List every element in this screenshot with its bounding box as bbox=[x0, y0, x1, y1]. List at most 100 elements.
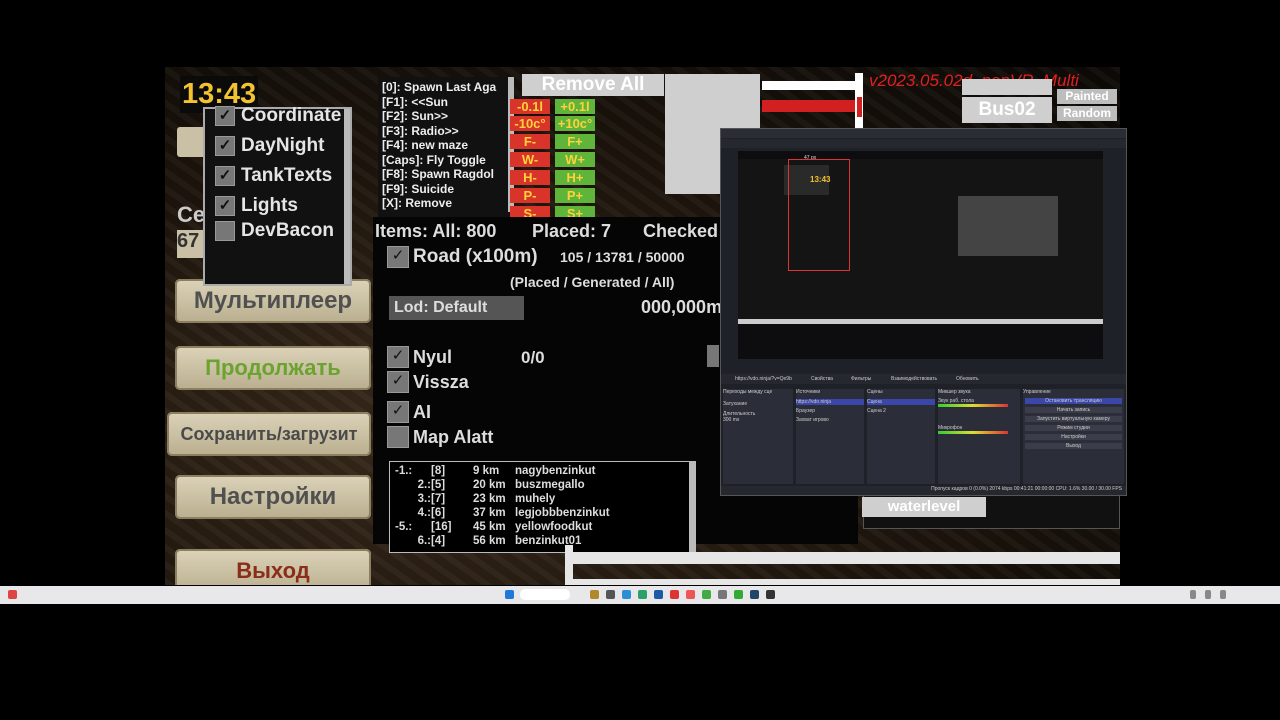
dropdown-item-daynight[interactable]: ✓ DayNight bbox=[215, 135, 324, 157]
checkbox[interactable]: ✓ bbox=[215, 196, 235, 216]
list-item[interactable]: -5.: [16] 45 km yellowfoodkut bbox=[395, 521, 592, 533]
exit-button[interactable]: Выход bbox=[1025, 443, 1122, 449]
adjust-minus-button[interactable]: W- bbox=[510, 152, 550, 167]
studio-mode-button[interactable]: Режим студии bbox=[1025, 425, 1122, 431]
bottom-slider-2[interactable] bbox=[570, 579, 1120, 585]
dropdown-scrollbar[interactable] bbox=[344, 109, 350, 284]
slider-fill-red[interactable] bbox=[762, 100, 862, 112]
continue-button[interactable]: Продолжать bbox=[175, 346, 371, 390]
dropdown-item-coordinate[interactable]: ✓ Coordinate bbox=[215, 105, 341, 127]
source-item[interactable]: Захват игрово bbox=[796, 417, 864, 423]
app-icon[interactable] bbox=[750, 590, 759, 599]
start-recording-button[interactable]: Начать запись bbox=[1025, 407, 1122, 413]
side-handle[interactable] bbox=[707, 345, 719, 367]
painted-button[interactable]: Painted bbox=[1057, 89, 1117, 104]
scene-item[interactable]: Сцена 2 bbox=[867, 408, 935, 414]
adjust-plus-button[interactable]: P+ bbox=[555, 188, 595, 203]
adjust-plus-button[interactable]: +10c° bbox=[555, 116, 595, 131]
save-load-button[interactable]: Сохранить/загрузит bbox=[167, 412, 371, 456]
app-icon[interactable] bbox=[718, 590, 727, 599]
checkbox[interactable]: ✓ bbox=[215, 166, 235, 186]
adjust-plus-button[interactable]: F+ bbox=[555, 134, 595, 149]
checkbox[interactable] bbox=[387, 426, 409, 448]
road-option[interactable]: ✓ Road (x100m) bbox=[387, 246, 538, 268]
app-icon[interactable] bbox=[590, 590, 599, 599]
option-vissza[interactable]: ✓ Vissza bbox=[387, 371, 469, 393]
exit-button[interactable]: Выход bbox=[175, 549, 371, 585]
list-item[interactable]: -1.: [8] 9 km nagybenzinkut bbox=[395, 465, 596, 477]
dropdown-item-tanktexts[interactable]: ✓ TankTexts bbox=[215, 165, 332, 187]
slider-track[interactable] bbox=[762, 81, 862, 90]
obs-preview[interactable]: 13:43 47 px bbox=[738, 151, 1103, 359]
checkbox[interactable]: ✓ bbox=[387, 371, 409, 393]
dropdown-item-lights[interactable]: ✓ Lights bbox=[215, 195, 298, 217]
checkbox[interactable]: ✓ bbox=[387, 401, 409, 423]
option-map-alatt[interactable]: Map Alatt bbox=[387, 426, 493, 448]
option-ai[interactable]: ✓ AI bbox=[387, 401, 431, 423]
waterlevel-button[interactable]: waterlevel bbox=[862, 497, 986, 517]
checkbox[interactable] bbox=[215, 221, 235, 241]
keybind-item: [0]: Spawn Last Aga bbox=[382, 80, 497, 94]
road-stats: 105 / 13781 / 50000 bbox=[560, 249, 685, 265]
list-item[interactable]: 2.: [5] 20 km buszmegallo bbox=[395, 479, 585, 491]
option-nyul[interactable]: ✓ Nyul bbox=[387, 346, 452, 368]
random-button[interactable]: Random bbox=[1057, 106, 1117, 121]
adjust-plus-button[interactable]: +0.1l bbox=[555, 99, 595, 114]
checkbox[interactable]: ✓ bbox=[215, 106, 235, 126]
adjust-minus-button[interactable]: P- bbox=[510, 188, 550, 203]
tray-icon[interactable] bbox=[1205, 590, 1211, 599]
option-label: AI bbox=[413, 401, 431, 422]
option-label: Nyul bbox=[413, 346, 453, 367]
bus-button[interactable]: Bus02 bbox=[962, 97, 1052, 123]
app-icon[interactable] bbox=[734, 590, 743, 599]
list-scrollbar[interactable] bbox=[689, 462, 695, 552]
virtual-camera-button[interactable]: Запустить виртуальную камеру bbox=[1025, 416, 1122, 422]
checkbox[interactable]: ✓ bbox=[387, 346, 409, 368]
bus-button-above[interactable] bbox=[962, 79, 1052, 95]
duration-value[interactable]: 300 ms bbox=[723, 417, 793, 423]
stop-stream-button[interactable]: Остановить трансляцию bbox=[1025, 398, 1122, 404]
list-item[interactable]: 4.: [6] 37 km legjobbbenzinkut bbox=[395, 507, 610, 519]
lod-select[interactable]: Lod: Default bbox=[389, 296, 524, 320]
list-item[interactable]: 6.: [4] 56 km benzinkut01 bbox=[395, 535, 582, 547]
properties-button[interactable]: Свойства bbox=[811, 376, 833, 382]
adjust-plus-button[interactable]: W+ bbox=[555, 152, 595, 167]
slider-handle-red[interactable] bbox=[857, 97, 862, 117]
adjust-minus-button[interactable]: F- bbox=[510, 134, 550, 149]
list-item[interactable]: 3.: [7] 23 km muhely bbox=[395, 493, 556, 505]
mixer-meter bbox=[938, 404, 1008, 407]
source-item[interactable]: https://vdo.ninja bbox=[796, 399, 864, 405]
checkbox[interactable]: ✓ bbox=[215, 136, 235, 156]
dock-title: Сцены bbox=[867, 389, 883, 395]
tray-icon[interactable] bbox=[1190, 590, 1196, 599]
search-box[interactable] bbox=[520, 589, 570, 600]
settings-button[interactable]: Настройки bbox=[175, 475, 371, 519]
checkbox[interactable]: ✓ bbox=[387, 246, 409, 268]
remove-all-button[interactable]: Remove All bbox=[522, 74, 664, 96]
filters-button[interactable]: Фильтры bbox=[851, 376, 871, 382]
weather-icon[interactable] bbox=[8, 590, 17, 599]
adjust-minus-button[interactable]: -0.1l bbox=[510, 99, 550, 114]
selection-box[interactable] bbox=[788, 159, 850, 271]
settings-button[interactable]: Настройки bbox=[1025, 434, 1122, 440]
refresh-button[interactable]: Обновить bbox=[956, 376, 979, 382]
obs-taskbar-icon[interactable] bbox=[766, 590, 775, 599]
app-icon[interactable] bbox=[638, 590, 647, 599]
adjust-minus-button[interactable]: H- bbox=[510, 170, 550, 185]
app-icon[interactable] bbox=[670, 590, 679, 599]
app-icon[interactable] bbox=[702, 590, 711, 599]
transition-select[interactable]: Затухание bbox=[723, 401, 793, 407]
adjust-minus-button[interactable]: -10c° bbox=[510, 116, 550, 131]
app-icon[interactable] bbox=[622, 590, 631, 599]
app-icon[interactable] bbox=[686, 590, 695, 599]
dropdown-item-devbacon[interactable]: DevBacon bbox=[215, 220, 334, 242]
scene-item[interactable]: Сцена bbox=[867, 399, 935, 405]
tray-icon[interactable] bbox=[1220, 590, 1226, 599]
start-icon[interactable] bbox=[505, 590, 514, 599]
app-icon[interactable] bbox=[654, 590, 663, 599]
adjust-plus-button[interactable]: H+ bbox=[555, 170, 595, 185]
bottom-slider[interactable] bbox=[570, 552, 1120, 564]
interact-button[interactable]: Взаимодействовать bbox=[891, 376, 937, 382]
source-item[interactable]: Браузер bbox=[796, 408, 864, 414]
app-icon[interactable] bbox=[606, 590, 615, 599]
